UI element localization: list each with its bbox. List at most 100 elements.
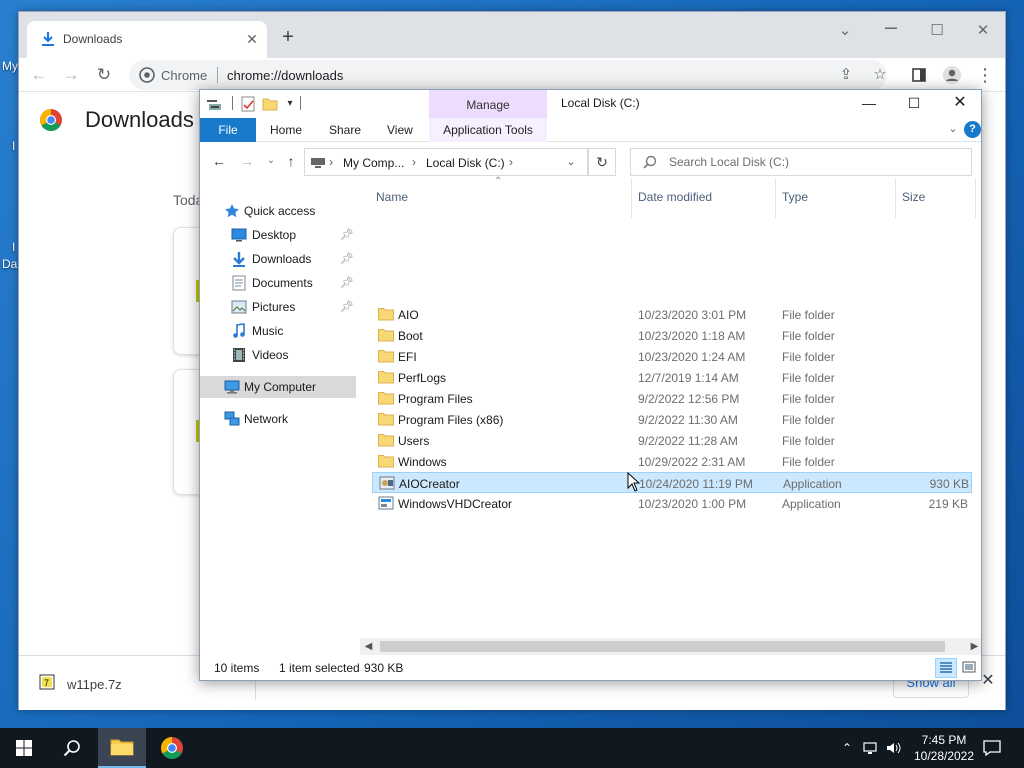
large-icons-view-icon[interactable] xyxy=(959,658,981,678)
properties-icon[interactable] xyxy=(240,96,256,112)
tab-view[interactable]: View xyxy=(387,118,413,142)
notification-icon[interactable] xyxy=(982,738,1002,758)
up-arrow-icon[interactable]: ↑ xyxy=(282,152,300,170)
tab-share[interactable]: Share xyxy=(329,118,361,142)
table-row[interactable]: PerfLogs 12/7/2019 1:14 AM File folder xyxy=(372,367,972,388)
folder-icon xyxy=(378,391,394,405)
share-icon[interactable]: ⇪ xyxy=(837,66,855,84)
file-date: 10/23/2020 1:00 PM xyxy=(638,497,747,511)
maximize-icon[interactable]: ☐ xyxy=(899,92,929,114)
kebab-menu-icon[interactable]: ⋮ xyxy=(973,63,997,87)
profile-avatar-icon[interactable] xyxy=(940,63,964,87)
tab-manage[interactable]: Manage xyxy=(429,90,547,118)
pin-icon[interactable]: 📌︎ xyxy=(340,252,354,266)
chevron-down-icon[interactable]: ⌄ xyxy=(563,155,579,171)
chevron-down-icon[interactable]: ⌄ xyxy=(833,19,857,43)
column-header-type[interactable]: Type xyxy=(776,178,896,218)
desktop-icon xyxy=(231,227,247,243)
tab-application-tools[interactable]: Application Tools xyxy=(429,118,547,142)
close-icon[interactable]: ✕ xyxy=(945,92,975,114)
nav-item-quick-access[interactable]: Quick access xyxy=(200,200,356,222)
speaker-icon[interactable] xyxy=(885,739,903,757)
tab-home[interactable]: Home xyxy=(270,118,302,142)
table-row[interactable]: Boot 10/23/2020 1:18 AM File folder xyxy=(372,325,972,346)
recent-locations-chevron-icon[interactable]: ⌄ xyxy=(262,152,280,170)
back-arrow-icon[interactable]: ← xyxy=(27,63,51,87)
nav-item-documents[interactable]: Documents 📌︎ xyxy=(200,272,356,294)
desktop-icon-label[interactable]: Da xyxy=(2,257,17,271)
scrollbar-thumb[interactable] xyxy=(380,641,945,652)
table-row[interactable]: WindowsVHDCreator 10/23/2020 1:00 PM App… xyxy=(372,493,972,514)
table-row[interactable]: Users 9/2/2022 11:28 AM File folder xyxy=(372,430,972,451)
desktop-icon-label[interactable]: My xyxy=(2,59,18,73)
chevron-up-icon[interactable]: ⌃ xyxy=(838,739,856,757)
explorer-app-icon[interactable] xyxy=(206,96,222,112)
table-row[interactable]: Program Files (x86) 9/2/2022 11:30 AM Fi… xyxy=(372,409,972,430)
table-row[interactable]: AIO 10/23/2020 3:01 PM File folder xyxy=(372,304,972,325)
file-size: 219 KB xyxy=(928,497,968,511)
nav-item-desktop[interactable]: Desktop 📌︎ xyxy=(200,224,356,246)
nav-item-downloads[interactable]: Downloads 📌︎ xyxy=(200,248,356,270)
nav-item-music[interactable]: Music xyxy=(200,320,356,342)
sort-ascending-icon: ⌃ xyxy=(494,176,503,187)
close-icon[interactable]: ✕ xyxy=(971,19,995,43)
new-folder-icon[interactable] xyxy=(262,96,278,112)
reload-icon[interactable]: ↻ xyxy=(92,63,116,87)
nav-item-network[interactable]: Network xyxy=(200,408,356,430)
star-icon[interactable]: ☆ xyxy=(871,66,889,84)
table-row[interactable]: EFI 10/23/2020 1:24 AM File folder xyxy=(372,346,972,367)
table-row[interactable]: Program Files 9/2/2022 12:56 PM File fol… xyxy=(372,388,972,409)
nav-item-label: Pictures xyxy=(252,300,296,314)
omnibox[interactable]: Chrome chrome://downloads ⇪ ☆ xyxy=(129,60,887,90)
nav-item-videos[interactable]: Videos xyxy=(200,344,356,366)
tab-downloads[interactable]: Downloads ✕ xyxy=(27,21,267,58)
breadcrumb-separator[interactable]: › xyxy=(509,155,513,169)
desktop-icon-label[interactable]: I xyxy=(12,139,15,153)
expand-ribbon-chevron-icon[interactable]: ⌄ xyxy=(946,122,960,136)
tab-file[interactable]: File xyxy=(200,118,256,142)
network-status-icon[interactable] xyxy=(862,739,880,757)
download-file-name[interactable]: w11pe.7z xyxy=(67,677,122,692)
nav-item-my-computer[interactable]: My Computer xyxy=(200,376,356,398)
windows-start-icon[interactable] xyxy=(0,728,48,768)
taskbar-clock[interactable]: 7:45 PM 10/28/2022 xyxy=(912,732,976,764)
search-box[interactable] xyxy=(630,148,972,176)
breadcrumb-separator[interactable]: › xyxy=(329,155,333,169)
table-row[interactable]: Windows 10/29/2022 2:31 AM File folder xyxy=(372,451,972,472)
forward-arrow-icon[interactable]: → xyxy=(238,152,256,170)
breadcrumb-item[interactable]: Local Disk (C:) xyxy=(426,156,505,170)
horizontal-scrollbar[interactable]: ◀ ▶ xyxy=(360,638,981,655)
side-panel-icon[interactable] xyxy=(907,63,931,87)
details-view-icon[interactable] xyxy=(935,658,957,678)
close-icon[interactable]: ✕ xyxy=(243,30,261,48)
address-bar[interactable]: › My Comp... › Local Disk (C:) › ⌄ xyxy=(304,148,588,176)
breadcrumb-item[interactable]: My Comp... xyxy=(343,156,404,170)
pin-icon[interactable]: 📌︎ xyxy=(340,276,354,290)
minimize-icon[interactable]: — xyxy=(854,92,884,114)
pin-icon[interactable]: 📌︎ xyxy=(340,300,354,314)
nav-item-pictures[interactable]: Pictures 📌︎ xyxy=(200,296,356,318)
scroll-right-arrow-icon[interactable]: ▶ xyxy=(966,638,981,655)
table-row[interactable]: AIOCreator 10/24/2020 11:19 PM Applicati… xyxy=(372,472,972,493)
minimize-icon[interactable]: – xyxy=(879,15,903,39)
url-text[interactable]: chrome://downloads xyxy=(227,68,343,83)
search-icon[interactable] xyxy=(48,728,96,768)
search-input[interactable] xyxy=(669,154,959,170)
column-header-date[interactable]: Date modified xyxy=(632,178,776,218)
chrome-taskbar-icon[interactable] xyxy=(148,728,196,768)
new-tab-plus-icon[interactable]: + xyxy=(277,26,299,48)
file-explorer-taskbar-icon[interactable] xyxy=(98,728,146,768)
breadcrumb-separator[interactable]: › xyxy=(412,155,416,169)
desktop-icon-label[interactable]: I xyxy=(12,240,15,254)
scroll-left-arrow-icon[interactable]: ◀ xyxy=(360,638,377,655)
help-icon[interactable]: ? xyxy=(964,121,981,138)
maximize-icon[interactable]: ☐ xyxy=(925,19,949,43)
forward-arrow-icon[interactable]: → xyxy=(59,63,83,87)
column-header-size[interactable]: Size xyxy=(896,178,976,218)
refresh-icon[interactable]: ↻ xyxy=(588,148,616,176)
customize-toolbar-icon[interactable]: ▾ xyxy=(282,96,298,112)
back-arrow-icon[interactable]: ← xyxy=(210,152,228,170)
pin-icon[interactable]: 📌︎ xyxy=(340,228,354,242)
file-type: File folder xyxy=(782,434,835,448)
column-header-name[interactable]: Name ⌃ xyxy=(370,176,632,218)
